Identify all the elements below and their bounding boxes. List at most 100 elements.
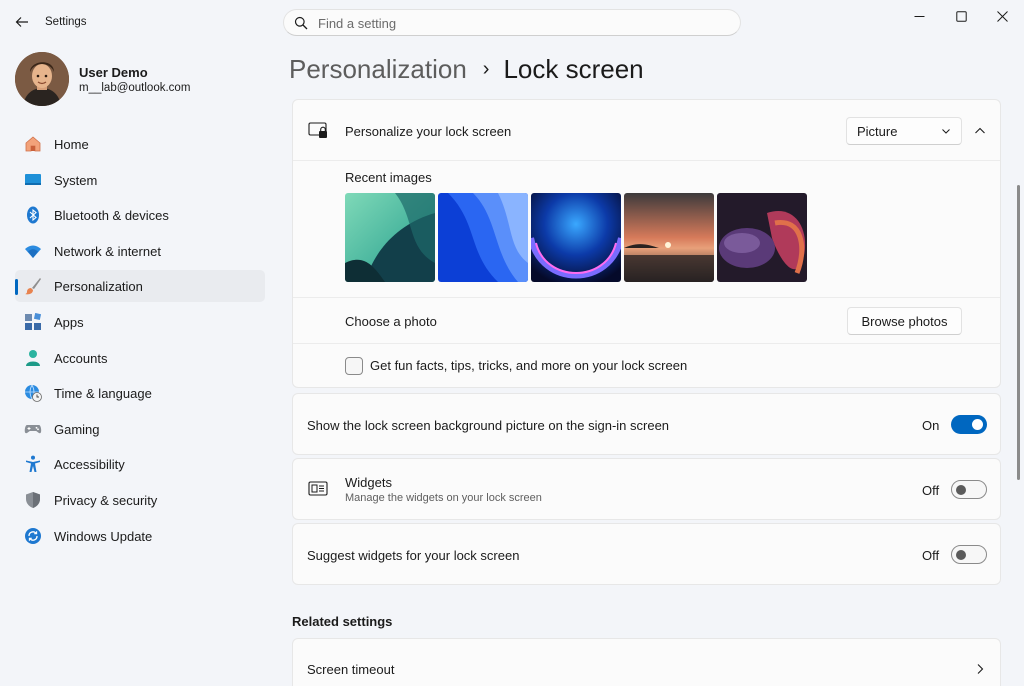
divider <box>293 160 1000 161</box>
sidebar-item-label: Accounts <box>54 350 108 366</box>
chevron-up-icon <box>975 127 985 134</box>
search-icon <box>294 16 308 30</box>
active-indicator <box>15 279 18 296</box>
sidebar-item-label: Apps <box>54 314 84 330</box>
collapse-button[interactable] <box>970 122 990 140</box>
dropdown-value: Picture <box>857 124 898 139</box>
signin-background-row: Show the lock screen background picture … <box>292 393 1001 455</box>
sidebar-item-personalization[interactable]: Personalization <box>15 270 265 303</box>
page-title: Lock screen <box>503 53 644 84</box>
lock-screen-card: Personalize your lock screen Picture Rec… <box>292 99 1001 388</box>
apps-icon <box>25 312 42 330</box>
shield-icon <box>26 491 40 508</box>
signin-background-title: Show the lock screen background picture … <box>307 418 670 433</box>
screen-timeout-row[interactable]: Screen timeout <box>292 638 1001 686</box>
toggle-knob <box>956 550 966 560</box>
divider <box>293 343 1000 344</box>
fun-facts-label: Get fun facts, tips, tricks, and more on… <box>370 358 688 373</box>
brush-icon <box>25 278 41 295</box>
toggle-state-label: Off <box>922 483 940 498</box>
scrollbar[interactable] <box>1017 185 1020 480</box>
lock-screen-icon <box>308 122 327 138</box>
related-settings-heading: Related settings <box>292 614 393 629</box>
app-title: Settings <box>45 16 87 28</box>
settings-window: Settings Find a setting User Demo m__lab… <box>0 0 1024 686</box>
recent-image-2[interactable] <box>438 193 528 282</box>
toggle-knob <box>972 419 983 430</box>
sidebar-item-label: Accessibility <box>54 457 125 473</box>
toggle-state-label: Off <box>922 548 940 563</box>
sidebar-item-bluetooth[interactable]: Bluetooth & devices <box>15 199 265 231</box>
sidebar-item-label: System <box>54 172 98 188</box>
globe-clock-icon <box>25 384 42 403</box>
recent-image-5[interactable] <box>717 193 807 282</box>
sidebar-item-label: Privacy & security <box>54 492 158 508</box>
sidebar-nav: Home System Bluetooth & devices Network … <box>15 128 265 555</box>
widgets-title: Widgets <box>345 475 392 490</box>
toggle-state-label: On <box>922 418 940 433</box>
recent-image-3[interactable] <box>531 193 621 282</box>
avatar <box>15 52 69 106</box>
sidebar-item-accessibility[interactable]: Accessibility <box>15 448 265 480</box>
sidebar-item-label: Time & language <box>54 386 152 402</box>
widgets-subtitle: Manage the widgets on your lock screen <box>345 492 542 504</box>
sidebar-item-label: Bluetooth & devices <box>54 208 169 224</box>
breadcrumb-parent[interactable]: Personalization <box>289 54 467 85</box>
recent-image-1[interactable] <box>345 193 435 282</box>
sidebar-item-label: Windows Update <box>54 528 153 544</box>
toggle-knob <box>956 485 966 495</box>
personalize-lock-row[interactable]: Personalize your lock screen Picture <box>293 100 1000 160</box>
sidebar-item-windows-update[interactable]: Windows Update <box>15 520 265 552</box>
sidebar-item-system[interactable]: System <box>15 164 265 196</box>
personalize-lock-title: Personalize your lock screen <box>345 124 512 139</box>
sidebar-item-accounts[interactable]: Accounts <box>15 342 265 374</box>
lock-background-dropdown[interactable]: Picture <box>846 117 962 145</box>
sidebar-item-privacy-security[interactable]: Privacy & security <box>15 484 265 516</box>
choose-photo-label: Choose a photo <box>345 314 437 329</box>
back-button[interactable] <box>10 10 34 34</box>
signin-background-toggle[interactable] <box>951 415 987 434</box>
wifi-icon <box>25 245 41 258</box>
sidebar-item-label: Gaming <box>54 421 100 437</box>
search-input[interactable] <box>318 14 718 32</box>
user-email: m__lab@outlook.com <box>79 82 191 94</box>
widgets-toggle[interactable] <box>951 480 987 499</box>
maximize-icon <box>955 10 967 22</box>
gamepad-icon <box>24 424 42 433</box>
divider <box>293 297 1000 298</box>
recent-images-label: Recent images <box>345 170 432 185</box>
minimize-button[interactable] <box>896 0 942 32</box>
sidebar-item-network[interactable]: Network & internet <box>15 235 265 267</box>
accessibility-icon <box>26 455 40 473</box>
home-icon <box>25 136 41 152</box>
suggest-widgets-toggle[interactable] <box>951 545 987 564</box>
breadcrumb: Personalization › Lock screen <box>289 52 644 86</box>
sidebar-item-apps[interactable]: Apps <box>15 306 265 338</box>
suggest-widgets-title: Suggest widgets for your lock screen <box>307 548 520 563</box>
search-box[interactable] <box>283 9 741 36</box>
user-profile[interactable]: User Demo m__lab@outlook.com <box>15 52 275 106</box>
sidebar-item-time-language[interactable]: Time & language <box>15 377 265 409</box>
chevron-right-icon <box>977 664 984 674</box>
recent-image-4[interactable] <box>624 193 714 282</box>
bluetooth-icon <box>27 206 39 224</box>
close-icon <box>996 10 1008 22</box>
accounts-icon <box>26 349 40 366</box>
browse-photos-button[interactable]: Browse photos <box>847 307 962 335</box>
user-name: User Demo <box>79 65 148 80</box>
close-button[interactable] <box>979 0 1024 32</box>
update-icon <box>25 527 41 544</box>
sidebar-item-home[interactable]: Home <box>15 128 265 160</box>
back-arrow-icon <box>15 17 28 27</box>
minimize-icon <box>914 15 924 17</box>
sidebar-item-label: Home <box>54 137 89 152</box>
widgets-icon <box>308 481 328 496</box>
suggest-widgets-row: Suggest widgets for your lock screen Off <box>292 523 1001 585</box>
sidebar-item-gaming[interactable]: Gaming <box>15 413 265 445</box>
chevron-down-icon <box>942 129 950 134</box>
sidebar-item-label: Network & internet <box>54 243 161 259</box>
fun-facts-checkbox[interactable] <box>345 357 363 375</box>
screen-timeout-title: Screen timeout <box>307 662 395 677</box>
maximize-button[interactable] <box>938 0 984 32</box>
breadcrumb-separator: › <box>482 57 490 80</box>
